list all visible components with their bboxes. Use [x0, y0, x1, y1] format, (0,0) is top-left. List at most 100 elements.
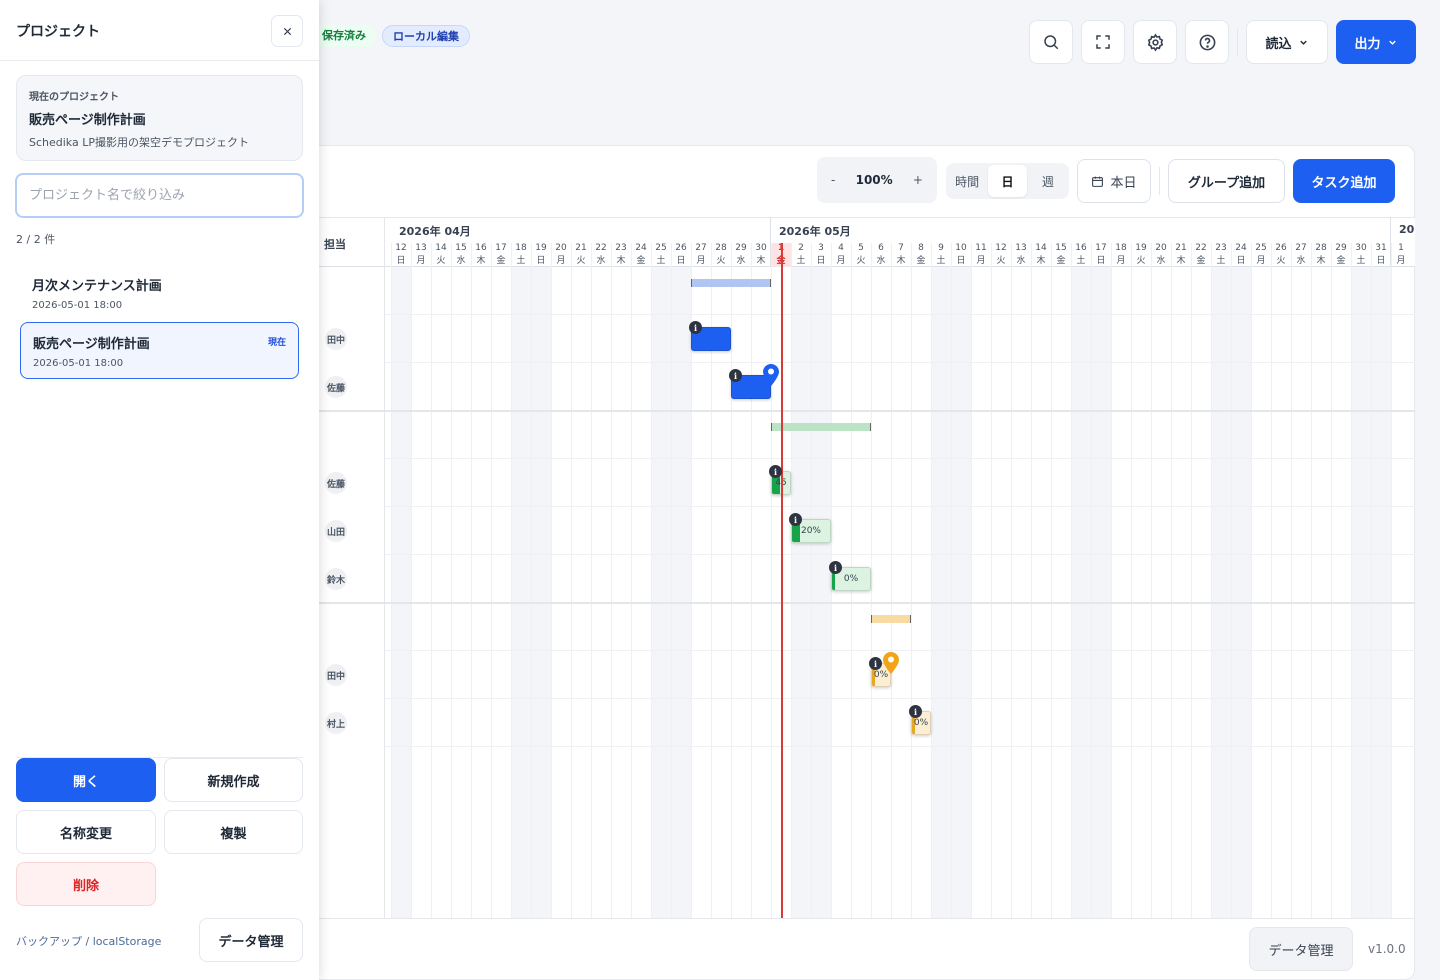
data-manage-button[interactable]: データ管理: [1249, 927, 1353, 971]
day-gridline: [771, 243, 772, 918]
day-weekday: 月: [1396, 256, 1406, 266]
day-gridline: [1351, 243, 1352, 918]
search-button[interactable]: [1029, 20, 1073, 64]
day-gridline: [1291, 243, 1292, 918]
sidebar-data-manage-button[interactable]: データ管理: [199, 918, 303, 962]
header-divider: [1237, 28, 1238, 56]
day-weekday: 水: [876, 256, 886, 266]
day-weekday: 木: [476, 256, 486, 266]
day-gridline: [591, 243, 592, 918]
view-tab[interactable]: 日: [988, 165, 1027, 197]
day-number: 16: [475, 243, 487, 253]
fullscreen-button[interactable]: [1081, 20, 1125, 64]
day-number: 7: [898, 243, 904, 253]
zoom-level: 100%: [855, 173, 893, 187]
day-number: 18: [515, 243, 527, 253]
day-gridline: [571, 243, 572, 918]
day-weekday: 土: [936, 256, 946, 266]
info-icon[interactable]: i: [869, 657, 882, 670]
info-icon[interactable]: i: [689, 321, 702, 334]
view-tab[interactable]: 週: [1029, 165, 1067, 197]
weekend-column: [951, 267, 971, 918]
day-gridline: [991, 243, 992, 918]
zoom-out-button[interactable]: -: [831, 173, 835, 187]
help-button[interactable]: [1185, 20, 1229, 64]
day-gridline: [1171, 243, 1172, 918]
day-weekday: 水: [596, 256, 606, 266]
info-icon[interactable]: i: [909, 705, 922, 718]
settings-button[interactable]: [1133, 20, 1177, 64]
day-gridline: [1331, 243, 1332, 918]
month-label: 2026年 05月: [779, 225, 851, 238]
day-number: 14: [1035, 243, 1047, 253]
day-number: 21: [1175, 243, 1187, 253]
day-weekday: 水: [736, 256, 746, 266]
milestone-pin-icon[interactable]: [763, 364, 779, 386]
current-project-name: 販売ページ制作計画: [29, 113, 146, 128]
info-icon[interactable]: i: [769, 465, 782, 478]
project-date: 2026-05-01 18:00: [32, 300, 123, 311]
project-list-item-current[interactable]: 販売ページ制作計画 2026-05-01 18:00 現在: [20, 322, 299, 379]
duplicate-project-button[interactable]: 複製: [164, 810, 303, 854]
day-number: 20: [555, 243, 567, 253]
day-number: 15: [1055, 243, 1067, 253]
day-gridline: [671, 243, 672, 918]
day-gridline: [891, 243, 892, 918]
zoom-in-button[interactable]: +: [913, 173, 923, 187]
day-number: 29: [1335, 243, 1347, 253]
search-icon: [1044, 35, 1059, 50]
day-number: 17: [495, 243, 507, 253]
day-gridline: [1091, 243, 1092, 918]
info-icon[interactable]: i: [729, 369, 742, 382]
current-project-card: 現在のプロジェクト 販売ページ制作計画 Schedika LP撮影用の架空デモプ…: [16, 75, 303, 161]
group-summary-bar[interactable]: [691, 279, 771, 287]
project-filter-input[interactable]: [15, 173, 304, 218]
milestone-pin-icon[interactable]: [883, 652, 899, 674]
day-number: 27: [1295, 243, 1307, 253]
today-button[interactable]: 本日: [1077, 159, 1151, 203]
export-dropdown-button[interactable]: 出力: [1336, 20, 1416, 64]
info-icon[interactable]: i: [829, 561, 842, 574]
add-task-button[interactable]: タスク追加: [1293, 159, 1395, 203]
day-number: 17: [1095, 243, 1107, 253]
month-divider: [1390, 217, 1391, 267]
day-number: 12: [395, 243, 407, 253]
rename-project-button[interactable]: 名称変更: [16, 810, 156, 854]
group-summary-bar[interactable]: [871, 615, 911, 623]
group-summary-bar[interactable]: [771, 423, 871, 431]
day-number: 2: [798, 243, 804, 253]
day-weekday: 日: [1236, 256, 1246, 266]
import-dropdown-button[interactable]: 読込: [1246, 20, 1328, 64]
day-weekday: 火: [1276, 256, 1286, 266]
add-group-button[interactable]: グループ追加: [1168, 159, 1285, 203]
day-number: 28: [1315, 243, 1327, 253]
info-icon[interactable]: i: [789, 513, 802, 526]
view-tab[interactable]: 時間: [948, 165, 986, 197]
day-weekday: 日: [956, 256, 966, 266]
project-list-item[interactable]: 月次メンテナンス計画 2026-05-01 18:00: [20, 265, 299, 322]
day-number: 27: [695, 243, 707, 253]
day-weekday: 火: [996, 256, 1006, 266]
project-date: 2026-05-01 18:00: [33, 358, 124, 369]
day-gridline: [1211, 243, 1212, 918]
day-weekday: 土: [516, 256, 526, 266]
day-gridline: [871, 243, 872, 918]
assignee-avatar: 田中: [325, 328, 347, 350]
day-number: 28: [715, 243, 727, 253]
day-number: 1: [1398, 243, 1404, 253]
row-separator: [385, 746, 1415, 747]
zoom-control: - 100% +: [817, 157, 937, 203]
day-weekday: 月: [1256, 256, 1266, 266]
close-sidebar-button[interactable]: [271, 15, 303, 47]
open-project-button[interactable]: 開く: [16, 758, 156, 802]
new-project-button[interactable]: 新規作成: [164, 758, 303, 802]
day-weekday: 水: [1296, 256, 1306, 266]
project-name: 販売ページ制作計画: [33, 337, 150, 352]
sidebar-title: プロジェクト: [16, 24, 100, 40]
current-tag: 現在: [267, 338, 286, 348]
delete-project-button[interactable]: 削除: [16, 862, 156, 906]
day-number: 26: [1275, 243, 1287, 253]
day-gridline: [1071, 243, 1072, 918]
weekend-column: [1211, 267, 1231, 918]
day-weekday: 月: [836, 256, 846, 266]
